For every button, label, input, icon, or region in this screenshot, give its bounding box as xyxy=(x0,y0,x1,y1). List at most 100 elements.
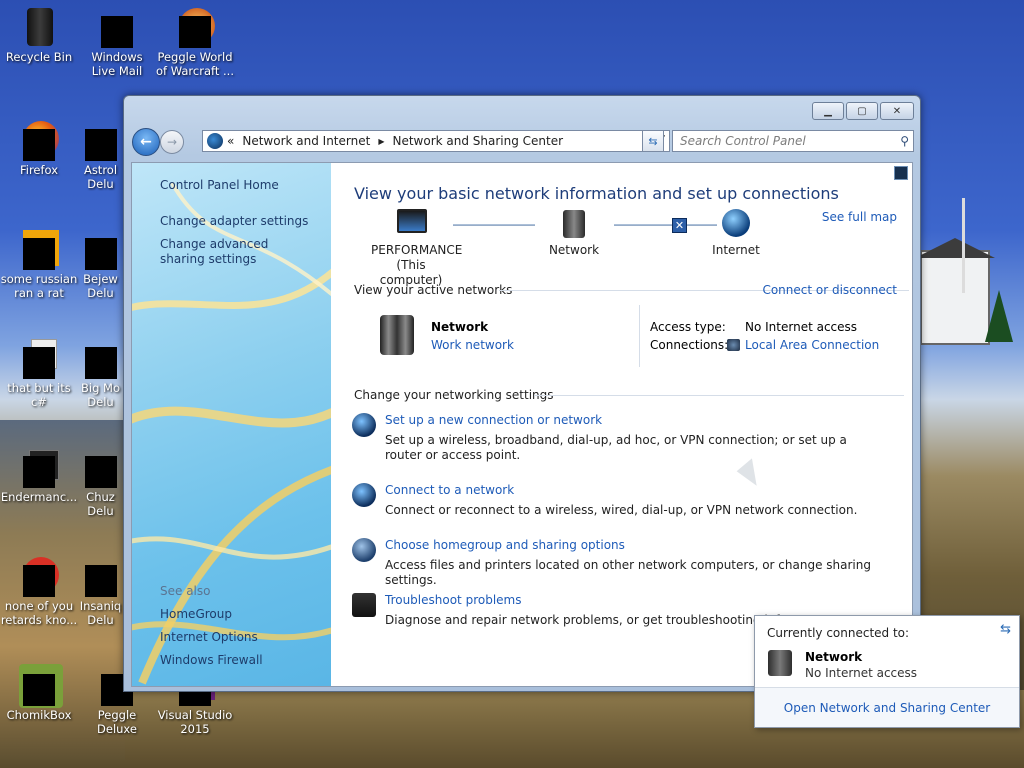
map-connector-line xyxy=(453,224,535,226)
desktop-icon-label: Windows Live Mail xyxy=(91,50,143,78)
change-settings-title: Change your networking settings xyxy=(354,388,554,402)
internet-globe-icon xyxy=(722,209,750,237)
connect-network-link[interactable]: Connect to a network xyxy=(385,483,514,497)
back-arrow-icon: ← xyxy=(140,134,152,150)
close-icon: ✕ xyxy=(892,105,902,117)
homegroup-link[interactable]: HomeGroup xyxy=(160,607,232,622)
flyout-refresh-icon[interactable]: ⇆ xyxy=(1000,622,1011,637)
open-sharing-center-link[interactable]: Open Network and Sharing Center xyxy=(755,687,1019,727)
vertical-divider xyxy=(639,305,640,367)
active-network-name: Network xyxy=(431,320,489,334)
desktop-icon-some-russian[interactable]: some russian ran a rat xyxy=(0,222,78,300)
new-connection-icon xyxy=(352,413,376,437)
local-area-connection-link[interactable]: Local Area Connection xyxy=(745,338,879,352)
desktop-icon-that-but-csharp[interactable]: that but its c# xyxy=(0,331,78,409)
internet-options-link[interactable]: Internet Options xyxy=(160,630,258,645)
breadcrumb-network-sharing-center[interactable]: Network and Sharing Center xyxy=(392,134,563,148)
desktop-icon-label: Visual Studio 2015 xyxy=(157,708,233,736)
page-title: View your basic network information and … xyxy=(354,184,839,203)
map-node-computer[interactable]: PERFORMANCE (This computer) xyxy=(371,243,462,288)
connect-network-icon xyxy=(352,483,376,507)
desktop-icon-chuzzle[interactable]: Chuz Delu xyxy=(78,440,123,518)
app-icon xyxy=(19,228,59,270)
map-node-network[interactable]: Network xyxy=(534,243,614,258)
desktop-icon-label: Insaniq Delu xyxy=(79,599,122,627)
file-icon xyxy=(19,337,59,379)
desktop-icon-insaniquarium[interactable]: Insaniq Delu xyxy=(78,549,123,627)
network-flyout: Currently connected to: ⇆ Network No Int… xyxy=(754,615,1020,728)
app-icon xyxy=(19,446,59,488)
connections-label: Connections: xyxy=(650,338,729,352)
desktop-icon-firefox[interactable]: Firefox xyxy=(0,113,78,177)
desktop-icon-label: none of you retards kno... xyxy=(0,599,78,627)
ethernet-icon xyxy=(727,339,740,351)
back-button[interactable]: ← xyxy=(132,128,160,156)
network-sharing-center-window[interactable]: ▁ ▢ ✕ ← → « Network and Internet ▶ Netwo… xyxy=(123,95,921,692)
desktop-icon-none-of-you[interactable]: none of you retards kno... xyxy=(0,549,78,627)
desktop-icon-label: Big Mo Delu xyxy=(81,381,120,409)
navigation-bar: ← → « Network and Internet ▶ Network and… xyxy=(132,128,914,156)
network-type-link[interactable]: Work network xyxy=(431,338,514,352)
connect-or-disconnect-link[interactable]: Connect or disconnect xyxy=(762,283,897,297)
desktop-icon-bejeweled[interactable]: Bejew Delu xyxy=(78,222,123,300)
access-type-value: No Internet access xyxy=(745,320,858,334)
maximize-button[interactable]: ▢ xyxy=(846,102,878,120)
breadcrumb-arrow-icon[interactable]: ▶ xyxy=(378,137,384,146)
desktop-icon-label: Bejew Delu xyxy=(83,272,118,300)
see-also-heading: See also xyxy=(160,584,211,598)
task-pane: Control Panel Home Change adapter settin… xyxy=(132,163,331,686)
desktop-icon-peggle-wow[interactable]: Peggle World of Warcraft ... xyxy=(156,0,234,78)
access-type-label: Access type: xyxy=(650,320,726,334)
desktop-icon-label: some russian ran a rat xyxy=(0,272,78,300)
chrome-icon xyxy=(19,555,59,597)
minimize-button[interactable]: ▁ xyxy=(812,102,844,120)
desktop-icon-chomikbox[interactable]: ChomikBox xyxy=(0,658,78,722)
forward-button[interactable]: → xyxy=(160,130,184,154)
forward-arrow-icon: → xyxy=(166,135,178,149)
search-box[interactable]: ⚲ xyxy=(672,130,914,152)
desktop-icon-big-money[interactable]: Big Mo Delu xyxy=(78,331,123,409)
setup-connection-link[interactable]: Set up a new connection or network xyxy=(385,413,602,427)
troubleshoot-link[interactable]: Troubleshoot problems xyxy=(385,593,521,607)
map-node-internet[interactable]: Internet xyxy=(696,243,776,258)
desktop-icon-endermanc[interactable]: Endermanc... xyxy=(0,440,78,504)
desktop-icon-astrol[interactable]: Astrol Delu xyxy=(78,113,123,191)
active-networks-title: View your active networks xyxy=(354,283,513,297)
section-divider xyxy=(534,395,904,396)
breadcrumb-overflow[interactable]: « xyxy=(227,134,234,148)
game-icon xyxy=(81,228,121,270)
desktop-icon-label: Chuz Delu xyxy=(86,490,115,518)
windows-firewall-link[interactable]: Windows Firewall xyxy=(160,653,263,668)
search-icon[interactable]: ⚲ xyxy=(900,134,909,148)
desktop-icon-label: Endermanc... xyxy=(0,490,78,504)
game-icon xyxy=(81,446,121,488)
maximize-icon: ▢ xyxy=(857,105,867,117)
refresh-icon: ⇆ xyxy=(648,134,658,148)
flyout-header: Currently connected to: xyxy=(767,626,910,640)
desktop-icon-recycle-bin[interactable]: Recycle Bin xyxy=(0,0,78,64)
minimize-icon: ▁ xyxy=(824,105,832,117)
desktop-icon-windows-live-mail[interactable]: Windows Live Mail xyxy=(78,0,156,78)
search-input[interactable] xyxy=(673,131,883,151)
setup-connection-description: Set up a wireless, broadband, dial-up, a… xyxy=(385,433,847,462)
desktop-icon-label: Peggle Deluxe xyxy=(97,708,137,736)
desktop-icon-label: Recycle Bin xyxy=(5,50,73,64)
refresh-button[interactable]: ⇆ xyxy=(642,130,664,152)
flyout-network-icon xyxy=(768,650,792,676)
see-full-map-link[interactable]: See full map xyxy=(822,210,897,224)
change-adapter-settings-link[interactable]: Change adapter settings xyxy=(160,214,308,229)
network-server-icon xyxy=(563,210,585,238)
desktop-icon-label: that but its c# xyxy=(7,381,71,409)
game-icon xyxy=(81,555,121,597)
desktop-icon-label: ChomikBox xyxy=(6,708,72,722)
control-panel-home-link[interactable]: Control Panel Home xyxy=(160,178,279,193)
computer-icon xyxy=(397,209,427,233)
homegroup-description: Access files and printers located on oth… xyxy=(385,558,871,587)
game-icon xyxy=(81,337,121,379)
close-button[interactable]: ✕ xyxy=(880,102,914,120)
change-advanced-sharing-link[interactable]: Change advanced sharing settings xyxy=(160,237,310,267)
address-bar[interactable]: « Network and Internet ▶ Network and Sha… xyxy=(202,130,670,152)
help-icon[interactable] xyxy=(894,166,908,180)
homegroup-sharing-link[interactable]: Choose homegroup and sharing options xyxy=(385,538,625,552)
breadcrumb-network-internet[interactable]: Network and Internet xyxy=(242,134,370,148)
